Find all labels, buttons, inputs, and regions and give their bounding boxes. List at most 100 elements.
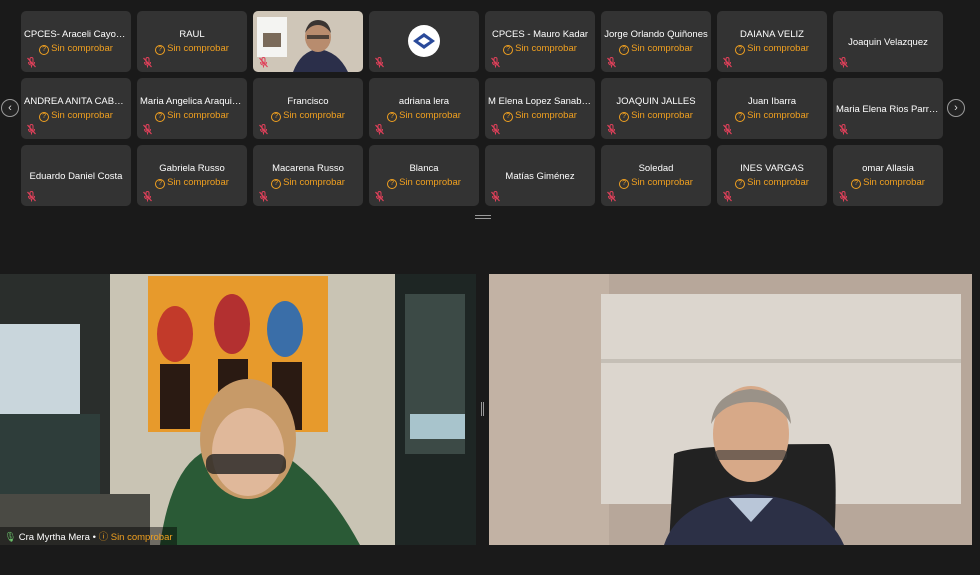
mic-off-icon [143, 124, 152, 135]
participant-tile[interactable]: INES VARGAS? Sin comprobar [717, 145, 827, 206]
mic-off-icon [259, 124, 268, 135]
participant-name: ANDREA ANITA CABEZ... [24, 96, 128, 107]
verification-status: ? Sin comprobar [21, 43, 131, 55]
status-text: Sin comprobar [283, 177, 345, 188]
status-text: Sin comprobar [51, 110, 113, 121]
warning-icon: ? [39, 45, 50, 55]
participant-tile[interactable]: CPCES - Mauro Kadar? Sin comprobar [485, 11, 595, 72]
speaker-video-right[interactable] [489, 274, 972, 545]
mic-off-icon [143, 191, 152, 202]
verification-status: ? Sin comprobar [601, 43, 711, 55]
mic-off-icon [607, 57, 616, 68]
status-text: Sin comprobar [631, 177, 693, 188]
status-text: Sin comprobar [515, 43, 577, 54]
warning-icon: ? [271, 179, 282, 189]
participant-tile[interactable]: Maria Angelica Araquis... ? Sin comprobar [137, 78, 247, 139]
speaker-video-left[interactable]: 🎙 Cra Myrtha Mera • ⓘ Sin comprobar [0, 274, 476, 545]
status-text: Sin comprobar [631, 110, 693, 121]
warning-icon: ? [155, 112, 166, 122]
chevron-left-icon: ‹ [8, 102, 12, 114]
participant-tile[interactable]: Macarena Russo? Sin comprobar [253, 145, 363, 206]
participant-tile[interactable]: JOAQUIN JALLES? Sin comprobar [601, 78, 711, 139]
verification-status: ⓘ Sin comprobar [99, 532, 173, 543]
participant-tile[interactable]: Jorge Orlando Quiñones? Sin comprobar [601, 11, 711, 72]
status-text: Sin comprobar [399, 110, 461, 121]
participant-name: Maria Elena Rios Parraga [836, 104, 940, 115]
status-text: Sin comprobar [631, 43, 693, 54]
warning-icon: ? [503, 112, 514, 122]
participant-tile[interactable]: CPCES- Araceli Cayo B...? Sin comprobar [21, 11, 131, 72]
participant-tile[interactable]: Soledad? Sin comprobar [601, 145, 711, 206]
participant-name: adriana lera [398, 96, 450, 107]
verification-status: ? Sin comprobar [833, 177, 943, 189]
verification-status: ? Sin comprobar [137, 177, 247, 189]
participant-tile[interactable]: Juan Ibarra? Sin comprobar [717, 78, 827, 139]
warning-icon: ? [387, 179, 398, 189]
prev-page-button[interactable]: ‹ [1, 99, 19, 117]
participant-name: Jorge Orlando Quiñones [604, 29, 708, 40]
warning-icon: ? [619, 45, 630, 55]
participant-name: RAUL [179, 29, 205, 40]
warning-icon: ⓘ [98, 532, 109, 543]
mic-off-icon [723, 191, 732, 202]
verification-status: ? Sin comprobar [253, 110, 363, 122]
participant-tile[interactable]: Eduardo Daniel Costa [21, 145, 131, 206]
status-text: Sin comprobar [51, 43, 113, 54]
participant-tile[interactable]: DAIANA VELIZ? Sin comprobar [717, 11, 827, 72]
participant-name: Francisco [287, 96, 329, 107]
participant-tile[interactable]: Maria Elena Rios Parraga [833, 78, 943, 139]
mic-off-icon [27, 191, 36, 202]
warning-icon: ? [155, 179, 166, 189]
participant-tile[interactable] [369, 11, 479, 72]
participant-tile[interactable]: Gabriela Russo ? Sin comprobar [137, 145, 247, 206]
mic-off-icon [491, 57, 500, 68]
participant-name: Joaquin Velazquez [848, 37, 928, 48]
participant-name: Macarena Russo [272, 163, 344, 174]
participant-name: Gabriela Russo [159, 163, 225, 174]
chevron-right-icon: › [954, 102, 958, 114]
participant-name: Maria Angelica Araquis... [140, 96, 244, 107]
mic-off-icon [259, 191, 268, 202]
participant-tile[interactable]: Matías Giménez [485, 145, 595, 206]
warning-icon: ? [735, 45, 746, 55]
participant-name: CPCES - Mauro Kadar [491, 29, 589, 40]
participant-tile[interactable]: M Elena Lopez Sanabria? Sin comprobar [485, 78, 595, 139]
verification-status: ? Sin comprobar [137, 110, 247, 122]
participant-tile[interactable]: Blanca? Sin comprobar [369, 145, 479, 206]
mic-icon: 🎙 [4, 532, 17, 543]
participant-name: Matías Giménez [505, 171, 575, 182]
participant-name: JOAQUIN JALLES [616, 96, 696, 107]
participant-name: Soledad [638, 163, 674, 174]
warning-icon: ? [619, 179, 630, 189]
gallery-resize-handle[interactable] [475, 215, 491, 220]
speaker-splitter[interactable] [481, 402, 485, 416]
mic-off-icon [27, 124, 36, 135]
participant-tile[interactable]: Francisco ? Sin comprobar [253, 78, 363, 139]
warning-icon: ? [619, 112, 630, 122]
status-text: Sin comprobar [167, 43, 229, 54]
mic-off-icon [723, 124, 732, 135]
participant-tile[interactable]: omar Allasia ? Sin comprobar [833, 145, 943, 206]
mic-off-icon [143, 57, 152, 68]
mic-off-icon [839, 124, 848, 135]
mic-off-icon [839, 57, 848, 68]
status-text: Sin comprobar [110, 532, 173, 543]
participant-tile[interactable]: ANDREA ANITA CABEZ...? Sin comprobar [21, 78, 131, 139]
speaker-name: Cra Myrtha Mera [18, 532, 90, 543]
next-page-button[interactable]: › [947, 99, 965, 117]
verification-status: ? Sin comprobar [485, 110, 595, 122]
verification-status: ? Sin comprobar [369, 177, 479, 189]
participant-tile[interactable] [253, 11, 363, 72]
status-text: Sin comprobar [747, 43, 809, 54]
mic-off-icon [375, 57, 384, 68]
mic-off-icon [259, 57, 268, 68]
participant-name: omar Allasia [862, 163, 914, 174]
participant-tile[interactable]: Joaquin Velazquez [833, 11, 943, 72]
warning-icon: ? [387, 112, 398, 122]
status-text: Sin comprobar [515, 110, 577, 121]
warning-icon: ? [735, 112, 746, 122]
participant-tile[interactable]: RAUL? Sin comprobar [137, 11, 247, 72]
mic-off-icon [27, 57, 36, 68]
participant-tile[interactable]: adriana lera? Sin comprobar [369, 78, 479, 139]
participant-name: Juan Ibarra [747, 96, 797, 107]
